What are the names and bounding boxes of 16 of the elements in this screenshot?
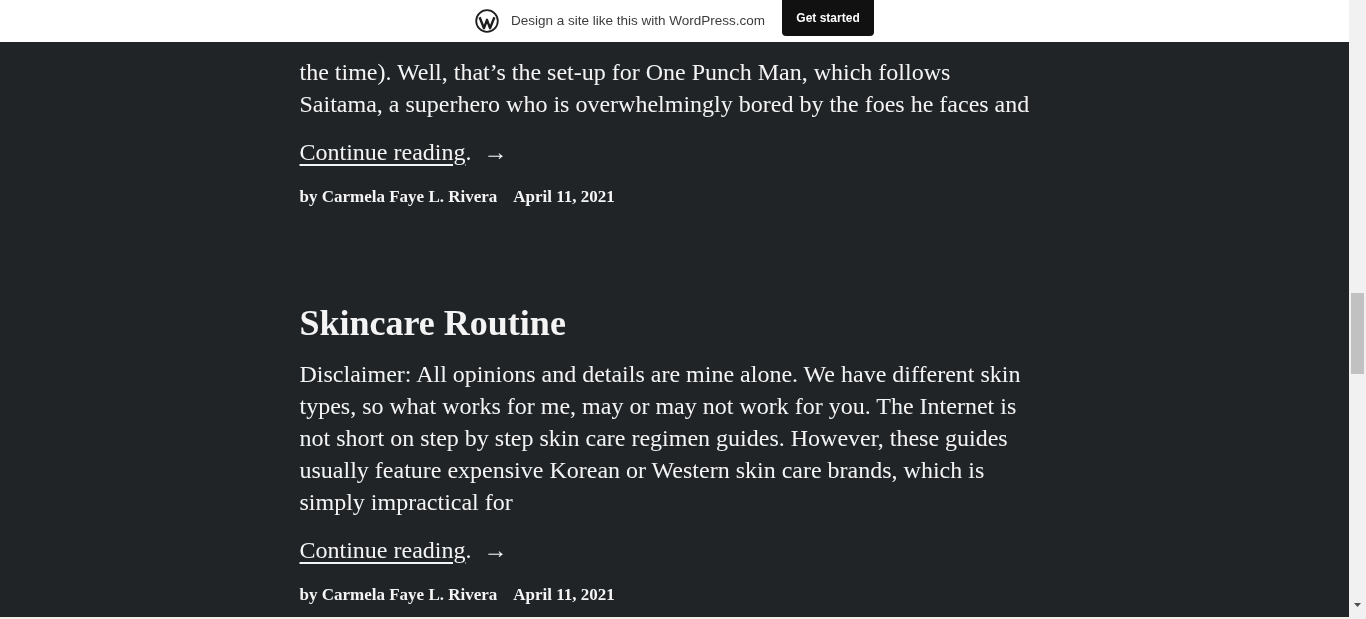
logo-icon: [474, 9, 499, 33]
post-date[interactable]: April 11, 2021: [513, 184, 615, 210]
scrollbar-thumb[interactable]: [1351, 293, 1364, 374]
post-author[interactable]: by Carmela Faye L. Rivera: [299, 184, 498, 210]
continue-reading-link[interactable]: Continue reading.: [299, 532, 472, 568]
right-arrow: →: [483, 138, 508, 167]
post-author[interactable]: by Carmela Faye L. Rivera: [299, 582, 498, 608]
promo-text: Design a site like this with WordPress.com: [510, 11, 766, 30]
post-date[interactable]: April 11, 2021: [513, 582, 615, 608]
post-title[interactable]: Skincare Routine: [299, 300, 1050, 346]
continue-reading-link[interactable]: Continue reading.: [299, 134, 472, 170]
right-arrow: →: [483, 536, 508, 565]
get-started-button[interactable]: Get started: [782, 0, 875, 36]
post-excerpt: the time). Well, that’s the set-up for One Punch Man, which follows Saitama, a superhero who is overwhelmingly bored by the foes he faces and: [299, 58, 1031, 119]
post-excerpt: Disclaimer: All opinions and details are mine alone. We have different skin types, so what works for me, may or may not work for you. The Internet is not short on step by step skin care regimen guides. However, these guides usually feature expensive Korean or Western skin care brands, which is simply impractical for: [299, 360, 1022, 517]
scroll-down-arrow-icon[interactable]: [1354, 603, 1361, 607]
